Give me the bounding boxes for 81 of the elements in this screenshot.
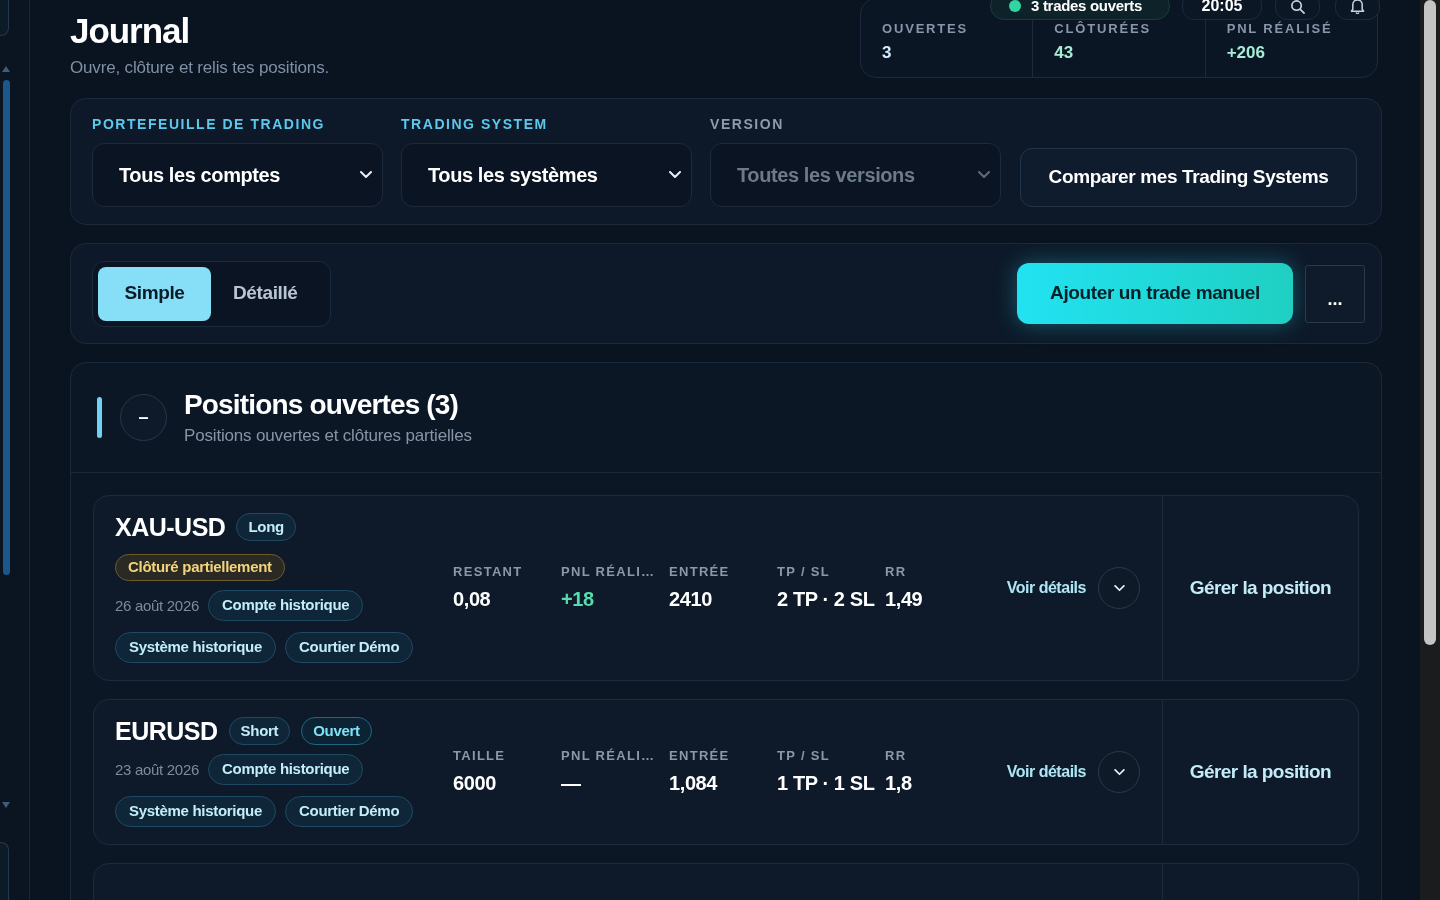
details-link[interactable]: Voir détails xyxy=(1006,576,1086,600)
search-button[interactable] xyxy=(1275,0,1320,20)
stat-value: +206 xyxy=(1226,43,1265,63)
time-display: 20:05 xyxy=(1182,0,1262,20)
chevron-down-icon xyxy=(1113,768,1125,776)
stat-value: 43 xyxy=(1054,43,1074,63)
filter-label: PORTEFEUILLE DE TRADING xyxy=(92,117,325,131)
accent-bar xyxy=(97,397,102,438)
more-button[interactable]: ... xyxy=(1305,264,1365,323)
select-field[interactable]: Tous les comptes xyxy=(92,143,383,207)
metric-value: 1,49 xyxy=(885,587,923,611)
chevron-down-icon xyxy=(978,171,990,179)
tag: Courtier Démo xyxy=(285,796,414,827)
select-value: Toutes les versions xyxy=(737,163,915,187)
stat-label: CLÔTURÉES xyxy=(1054,22,1151,36)
details-link[interactable]: Voir détails xyxy=(1006,760,1086,784)
metric-value: 1,084 xyxy=(669,771,718,795)
manage-position-button[interactable]: Gérer la position xyxy=(1189,757,1332,787)
metric-label: ENTRÉE xyxy=(669,565,730,579)
collapse-button[interactable]: – xyxy=(120,394,167,441)
metric-value: +18 xyxy=(561,587,594,611)
metric-label: RESTANT xyxy=(453,565,523,579)
metric-value: — xyxy=(561,771,581,795)
notifications-button[interactable] xyxy=(1335,0,1380,20)
metric-label: RR xyxy=(885,749,907,763)
scroll-down-arrow-icon[interactable] xyxy=(2,802,10,808)
compare-button[interactable]: Comparer mes Trading Systems xyxy=(1020,148,1357,207)
metric-value: 6000 xyxy=(453,771,496,795)
expand-button[interactable] xyxy=(1098,751,1140,793)
metric-value: 1,8 xyxy=(885,771,912,795)
view-tab[interactable]: Détaillé xyxy=(211,266,320,321)
tag: Compte historique xyxy=(208,754,364,785)
select-value: Tous les comptes xyxy=(119,163,281,187)
tag: Long xyxy=(236,513,296,541)
tag: Système historique xyxy=(115,632,276,663)
stat-value: 3 xyxy=(882,43,892,63)
tag: Système historique xyxy=(115,796,276,827)
filter-label: VERSION xyxy=(710,117,784,131)
status-tag: Clôturé partiellement xyxy=(115,554,285,581)
bell-icon xyxy=(1350,0,1365,14)
date-label: 26 août 2026 xyxy=(115,596,199,615)
metric-value: 2 TP · 2 SL xyxy=(777,587,875,611)
chevron-down-icon xyxy=(669,171,681,179)
page-subtitle: Ouvre, clôture et relis tes positions. xyxy=(70,57,330,79)
section-title: Positions ouvertes (3) xyxy=(184,388,459,421)
metric-value: 0,08 xyxy=(453,587,491,611)
metric-label: ENTRÉE xyxy=(669,749,730,763)
metric-value: 1 TP · 1 SL xyxy=(777,771,875,795)
chevron-down-icon xyxy=(360,171,372,179)
filter-label: TRADING SYSTEM xyxy=(401,117,548,131)
status-text: 3 trades ouverts xyxy=(1031,0,1143,15)
tag: Ouvert xyxy=(301,717,372,745)
metric-label: PNL RÉALI… xyxy=(561,565,656,579)
select-value: Tous les systèmes xyxy=(428,163,598,187)
expand-button[interactable] xyxy=(1098,567,1140,609)
metric-label: RR xyxy=(885,565,907,579)
stat-label: OUVERTES xyxy=(882,22,969,36)
metric-label: TP / SL xyxy=(777,749,830,763)
tag: Compte historique xyxy=(208,590,364,621)
symbol-label: EURUSD xyxy=(115,717,218,745)
view-tab[interactable]: Simple xyxy=(98,266,211,321)
scrollbar-thumb[interactable] xyxy=(1424,0,1436,645)
status-dot-icon xyxy=(1009,0,1021,12)
stat-label: PNL RÉALISÉ xyxy=(1226,22,1333,36)
metric-label: TAILLE xyxy=(453,749,506,763)
scroll-up-arrow-icon[interactable] xyxy=(2,66,10,72)
search-icon xyxy=(1290,0,1305,14)
select-field[interactable]: Tous les systèmes xyxy=(401,143,692,207)
chevron-down-icon xyxy=(1113,584,1125,592)
tag: Short xyxy=(228,717,291,745)
tag: Courtier Démo xyxy=(285,632,414,663)
section-subtitle: Positions ouvertes et clôtures partielles xyxy=(184,424,472,447)
add-trade-button[interactable]: Ajouter un trade manuel xyxy=(1017,263,1293,324)
date-label: 23 août 2026 xyxy=(115,760,199,779)
metric-label: TP / SL xyxy=(777,565,830,579)
page-title: Journal xyxy=(70,11,190,51)
metric-label: PNL RÉALI… xyxy=(561,749,656,763)
metric-value: 2410 xyxy=(669,587,712,611)
symbol-label: XAU-USD xyxy=(115,513,226,541)
manage-position-button[interactable]: Gérer la position xyxy=(1189,573,1332,603)
scrollbar-thumb[interactable] xyxy=(3,80,10,575)
